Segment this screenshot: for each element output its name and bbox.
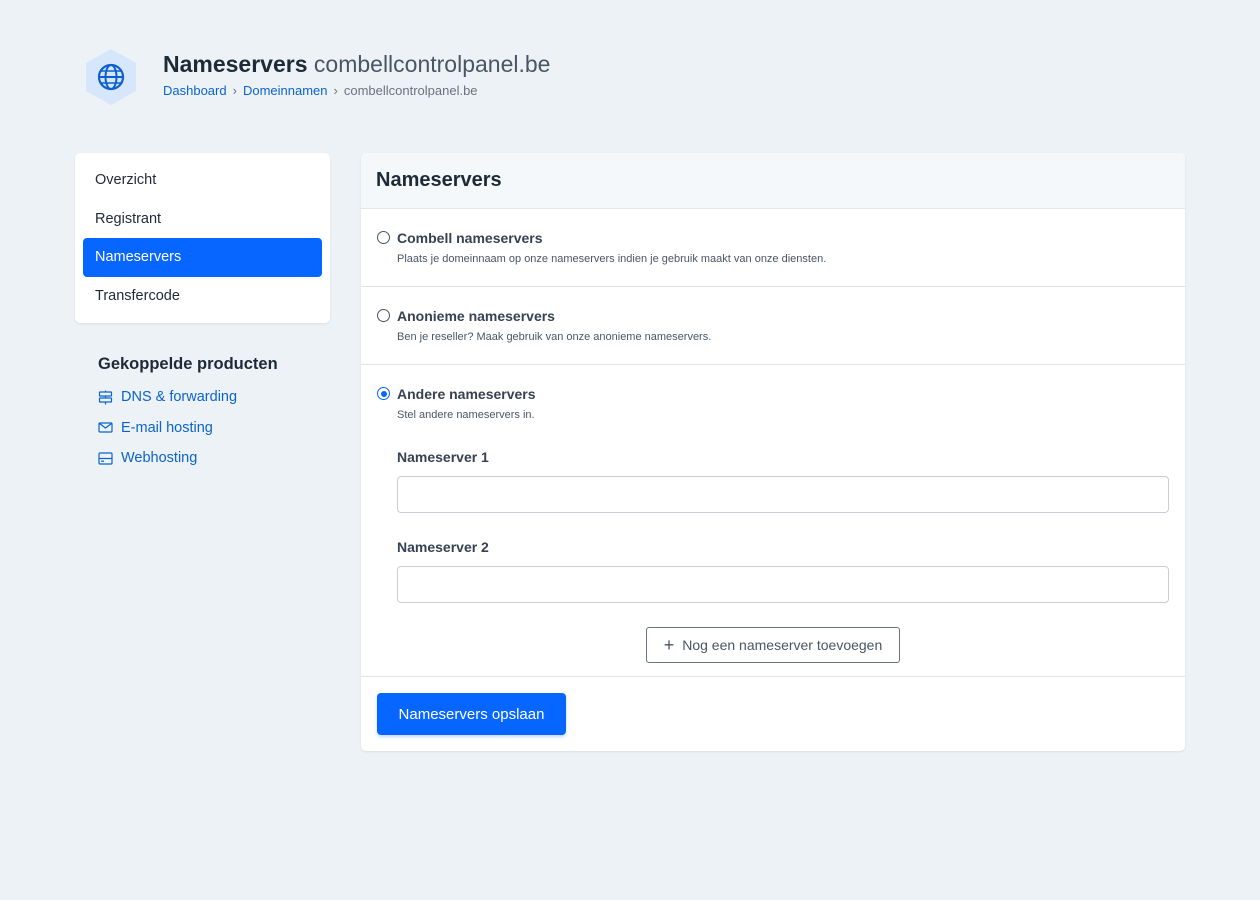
nameserver-2-label: Nameserver 2 [397,539,489,555]
nameserver-fields: Nameserver 1 Nameserver 2 [397,449,1169,603]
page-title-domain: combellcontrolpanel.be [313,51,551,77]
breadcrumb: Dashboard › Domeinnamen › combellcontrol… [163,83,550,98]
envelope-icon [98,422,113,433]
radio-andere[interactable] [377,387,390,400]
linked-products-title: Gekoppelde producten [98,355,278,373]
server-icon [98,452,113,465]
option-combell-desc: Plaats je domeinnaam op onze nameservers… [397,253,827,265]
save-nameservers-button[interactable]: Nameservers opslaan [377,693,566,735]
card-header: Nameservers [361,153,1185,209]
nameservers-card: Nameservers Combell nameservers Plaats j… [361,153,1185,751]
option-andere[interactable]: Andere nameservers Stel andere nameserve… [361,365,1185,677]
globe-icon [97,63,125,91]
nameserver-2-input[interactable] [397,566,1169,603]
option-andere-desc: Stel andere nameservers in. [397,409,535,421]
breadcrumb-domeinnamen[interactable]: Domeinnamen [243,83,328,98]
option-combell-label: Combell nameservers [397,230,543,246]
sidebar-item-nameservers[interactable]: Nameservers [83,238,322,277]
breadcrumb-dashboard[interactable]: Dashboard [163,83,227,98]
nameserver-1-label: Nameserver 1 [397,449,489,465]
linked-dns-forwarding[interactable]: DNS & forwarding [98,382,278,413]
sidebar-item-transfercode[interactable]: Transfercode [83,277,322,316]
add-nameserver-button[interactable]: + Nog een nameserver toevoegen [646,627,900,663]
sidebar-nav: Overzicht Registrant Nameservers Transfe… [75,153,330,323]
card-title: Nameservers [376,169,502,191]
breadcrumb-separator: › [333,83,338,98]
option-anoniem[interactable]: Anonieme nameservers Ben je reseller? Ma… [361,287,1185,365]
linked-webhosting[interactable]: Webhosting [98,443,278,474]
add-nameserver-label: Nog een nameserver toevoegen [682,637,883,653]
page-header: Nameservers combellcontrolpanel.be Dashb… [84,48,550,106]
breadcrumb-separator: › [232,83,237,98]
linked-dns-label: DNS & forwarding [121,389,238,406]
breadcrumb-current: combellcontrolpanel.be [343,83,478,98]
option-combell[interactable]: Combell nameservers Plaats je domeinnaam… [361,209,1185,287]
page-title-main: Nameservers [163,51,308,77]
sidebar-item-registrant[interactable]: Registrant [83,200,322,239]
plus-icon: + [663,635,675,655]
option-andere-label: Andere nameservers [397,386,536,402]
radio-combell[interactable] [377,231,390,244]
option-anoniem-label: Anonieme nameservers [397,308,555,324]
sidebar-item-overzicht[interactable]: Overzicht [83,161,322,200]
linked-email-label: E-mail hosting [121,419,213,436]
linked-products: Gekoppelde producten DNS & forwarding E-… [98,355,278,474]
radio-anoniem[interactable] [377,309,390,322]
domain-logo [84,48,138,106]
nameserver-1-input[interactable] [397,476,1169,513]
linked-email-hosting[interactable]: E-mail hosting [98,413,278,444]
linked-webhosting-label: Webhosting [121,450,198,467]
page-title: Nameservers combellcontrolpanel.be [163,50,550,78]
signpost-icon [98,390,113,405]
option-anoniem-desc: Ben je reseller? Maak gebruik van onze a… [397,331,712,343]
